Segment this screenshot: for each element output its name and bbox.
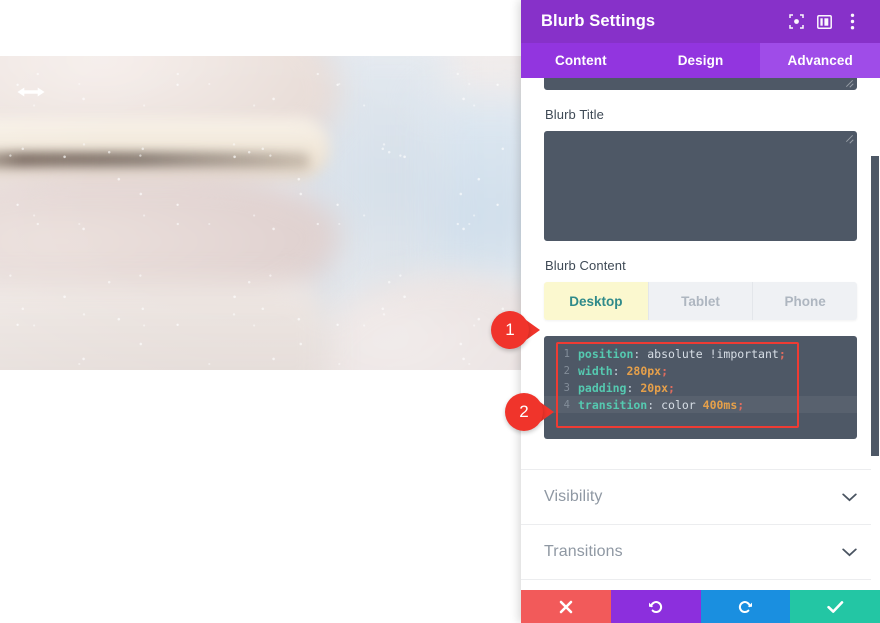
tab-design[interactable]: Design <box>641 43 761 78</box>
code-token-number: 280px <box>619 363 662 378</box>
panel-action-bar <box>521 590 880 623</box>
code-token-semicolon: ; <box>668 380 675 395</box>
hero-macaron-image <box>0 56 521 370</box>
code-token-semicolon: ; <box>737 397 745 412</box>
code-token-semicolon: ; <box>778 346 786 361</box>
redo-button[interactable] <box>700 590 791 623</box>
code-token-number: 400ms <box>695 397 738 412</box>
device-tab-tablet[interactable]: Tablet <box>648 282 754 320</box>
css-code-editor[interactable]: 1 position: absolute !important; 2 width… <box>544 336 857 439</box>
code-line[interactable]: 2 width: 280px; <box>544 362 857 379</box>
device-toggle: Desktop Tablet Phone <box>544 282 857 320</box>
code-token-value: color <box>654 397 696 412</box>
code-line-number: 3 <box>563 381 570 394</box>
cancel-button[interactable] <box>521 590 611 623</box>
partial-textarea[interactable] <box>544 78 857 90</box>
code-token-semicolon: ; <box>661 363 669 378</box>
code-line[interactable]: 1 position: absolute !important; <box>544 345 857 362</box>
accordion-sections: Visibility Transitions <box>521 469 880 580</box>
code-token-property: transition <box>578 397 648 412</box>
panel-scrollbar-thumb[interactable] <box>871 156 879 456</box>
accordion-row-transitions[interactable]: Transitions <box>521 525 880 580</box>
code-token-property: position <box>578 346 634 361</box>
save-button[interactable] <box>790 590 880 623</box>
callout-number: 2 <box>519 402 529 421</box>
page-title: Blurb Settings <box>541 12 656 30</box>
layout-columns-icon[interactable] <box>810 9 838 35</box>
code-token-property: padding <box>578 380 627 395</box>
panel-tabs: Content Design Advanced <box>521 43 880 78</box>
chevron-down-icon[interactable] <box>842 493 857 502</box>
device-tab-phone[interactable]: Phone <box>753 282 857 320</box>
image-vignette <box>0 56 521 370</box>
horizontal-resize-arrow-icon[interactable] <box>16 84 46 100</box>
code-token-value: absolute <box>640 346 703 361</box>
tab-advanced[interactable]: Advanced <box>760 43 880 78</box>
undo-button[interactable] <box>610 590 701 623</box>
callout-badge-1: 1 <box>491 311 540 349</box>
blurb-settings-panel: Blurb Settings Content Design Advanced B… <box>521 0 880 623</box>
field-blurb-title: Blurb Title <box>521 107 880 241</box>
panel-body: Blurb Title Blurb Content Desktop Tablet… <box>521 78 880 623</box>
callout-badge-2: 2 <box>505 393 554 431</box>
code-token-colon: : <box>633 346 641 361</box>
code-line-number: 1 <box>563 347 570 360</box>
blurb-title-input[interactable] <box>544 131 857 241</box>
accordion-row-visibility[interactable]: Visibility <box>521 470 880 525</box>
panel-header: Blurb Settings <box>521 0 880 43</box>
textarea-resize-grip-icon[interactable] <box>844 134 854 144</box>
code-token-colon: : <box>647 397 655 412</box>
more-options-icon[interactable] <box>838 9 866 35</box>
accordion-label: Visibility <box>544 488 603 505</box>
code-line-number: 2 <box>563 364 570 377</box>
focus-target-icon[interactable] <box>782 9 810 35</box>
code-token-property: width <box>578 363 613 378</box>
blurb-content-label: Blurb Content <box>545 258 626 273</box>
accordion-label: Transitions <box>544 543 623 560</box>
callout-number: 1 <box>505 320 515 339</box>
code-line[interactable]: 3 padding: 20px; <box>544 379 857 396</box>
chevron-down-icon[interactable] <box>842 548 857 557</box>
code-token-colon: : <box>612 363 620 378</box>
tab-content[interactable]: Content <box>521 43 641 78</box>
blurb-title-label: Blurb Title <box>545 107 604 122</box>
field-partial-textarea <box>521 78 880 90</box>
field-blurb-content: Blurb Content Desktop Tablet Phone 1 pos… <box>521 258 880 439</box>
code-token-number: 20px <box>633 380 669 395</box>
code-token-keyword: !important <box>702 346 779 361</box>
code-line-active[interactable]: 4 transition: color 400ms; <box>544 396 857 413</box>
code-token-colon: : <box>626 380 634 395</box>
textarea-resize-grip-icon[interactable] <box>844 78 854 87</box>
device-tab-desktop[interactable]: Desktop <box>544 282 649 320</box>
